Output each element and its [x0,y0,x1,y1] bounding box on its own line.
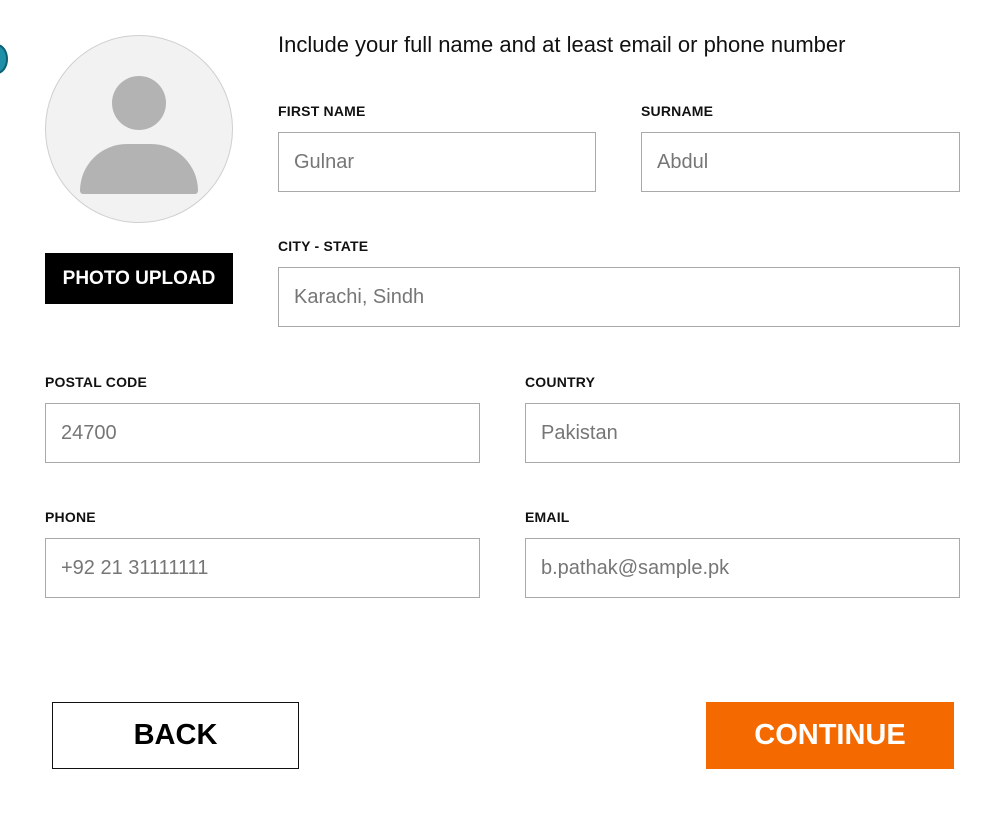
postal-code-input[interactable]: 24700 [45,403,480,463]
phone-label: PHONE [45,509,96,525]
city-state-label: CITY - STATE [278,238,369,254]
photo-upload-button[interactable]: PHOTO UPLOAD [45,253,233,304]
email-label: EMAIL [525,509,570,525]
first-name-input[interactable]: Gulnar [278,132,596,192]
form-instructions: Include your full name and at least emai… [278,32,846,57]
avatar-head-shape [112,76,166,130]
city-state-input[interactable]: Karachi, Sindh [278,267,960,327]
edge-help-icon[interactable] [0,44,8,74]
first-name-label: FIRST NAME [278,103,366,119]
country-input[interactable]: Pakistan [525,403,960,463]
postal-code-label: POSTAL CODE [45,374,148,390]
avatar-body-shape [80,144,198,194]
avatar-placeholder-icon [45,35,233,223]
country-label: COUNTRY [525,374,596,390]
email-input[interactable]: b.pathak@sample.pk [525,538,960,598]
back-button[interactable]: BACK [52,702,299,769]
surname-label: SURNAME [641,103,714,119]
phone-input[interactable]: +92 21 31111111 [45,538,480,598]
surname-input[interactable]: Abdul [641,132,960,192]
continue-button[interactable]: CONTINUE [706,702,954,769]
